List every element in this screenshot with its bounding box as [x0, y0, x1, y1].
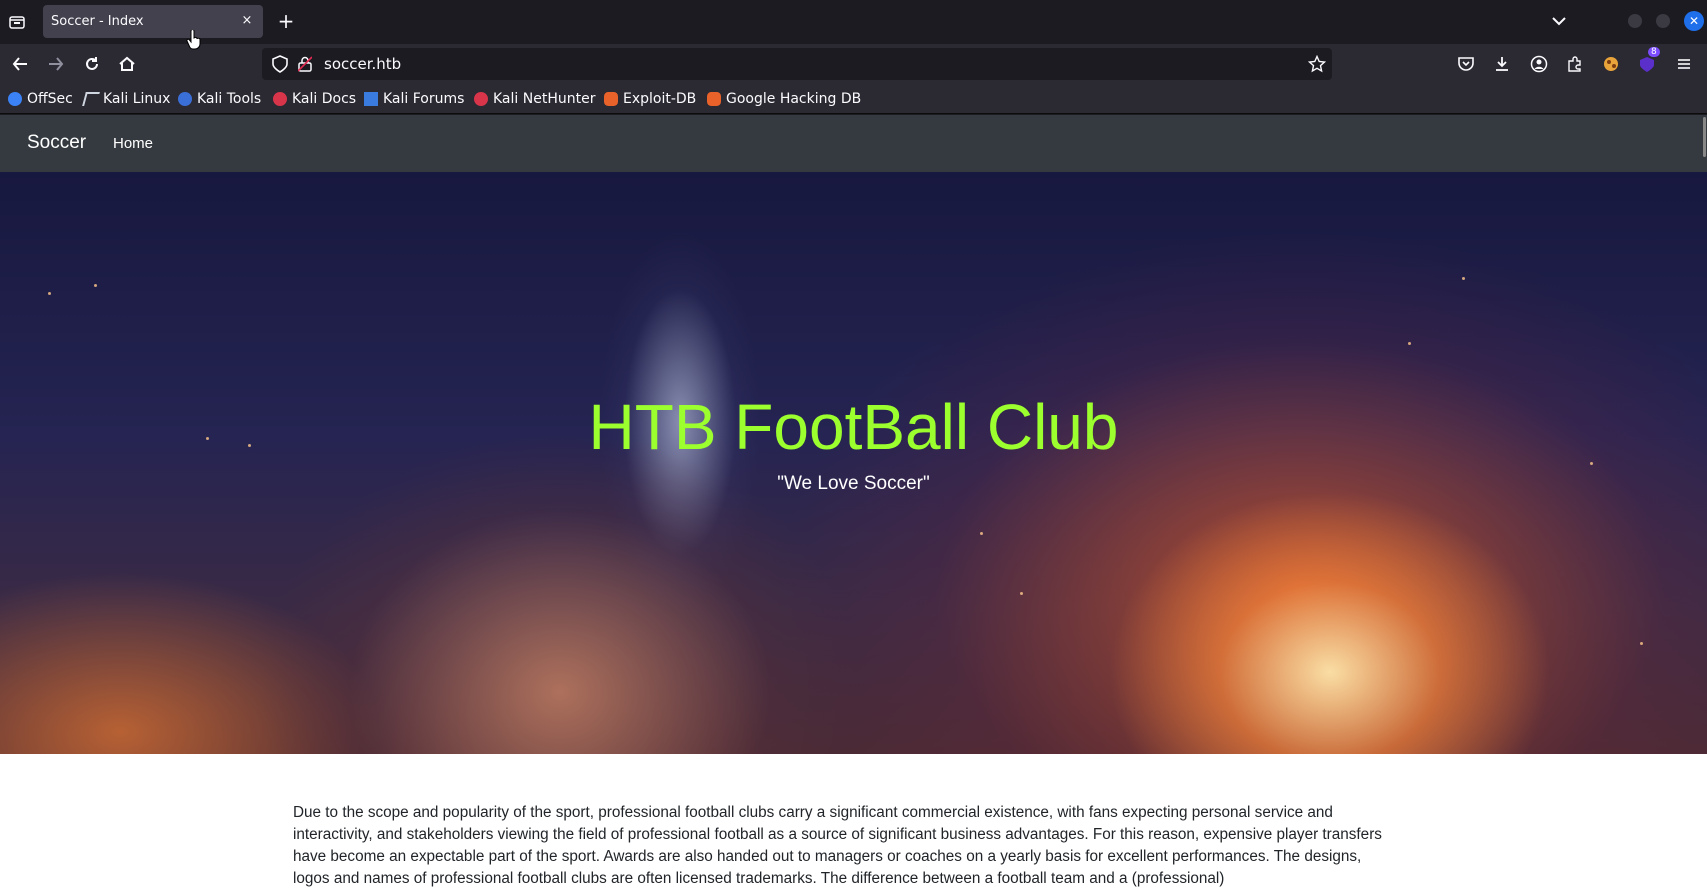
forward-icon[interactable]	[45, 53, 67, 75]
bookmark-kali-forums[interactable]: Kali Forums	[364, 90, 464, 108]
bookmark-kali-linux[interactable]: Kali Linux	[82, 90, 171, 108]
hero-decoration	[1462, 277, 1465, 280]
bookmark-google-hacking-db[interactable]: Google Hacking DB	[707, 90, 861, 108]
hero-subtitle: "We Love Soccer"	[777, 473, 930, 494]
bookmark-kali-nethunter[interactable]: Kali NetHunter	[474, 90, 595, 108]
offsec-icon	[8, 92, 22, 106]
maximize-button[interactable]	[1656, 14, 1670, 28]
back-icon[interactable]	[9, 53, 31, 75]
hero-decoration	[1020, 592, 1023, 595]
browser-tab-strip: Soccer - Index × + ✕	[0, 0, 1707, 44]
url-bar[interactable]: soccer.htb	[262, 48, 1332, 80]
exploit-db-icon	[604, 92, 618, 106]
site-brand-link[interactable]: Soccer	[27, 132, 86, 154]
kali-forums-icon	[364, 92, 378, 106]
kali-docs-icon	[273, 92, 287, 106]
bookmark-label: Exploit-DB	[623, 91, 697, 107]
bookmark-label: OffSec	[27, 91, 73, 107]
bookmark-label: Kali Linux	[103, 91, 171, 107]
page-scrollbar[interactable]	[1702, 115, 1707, 892]
tab-list-icon[interactable]	[6, 11, 28, 33]
kali-tools-icon	[178, 92, 192, 106]
hero-banner: HTB FootBall Club "We Love Soccer"	[0, 172, 1707, 754]
account-icon[interactable]	[1528, 53, 1550, 75]
lock-insecure-icon[interactable]	[297, 56, 313, 76]
ghdb-icon	[707, 92, 721, 106]
bookmark-offsec[interactable]: OffSec	[8, 90, 73, 108]
bookmark-label: Kali Docs	[292, 91, 357, 107]
extension-purple-icon[interactable]: 8	[1636, 47, 1660, 75]
reload-icon[interactable]	[81, 53, 103, 75]
hero-decoration	[980, 532, 983, 535]
bookmark-label: Kali Tools	[197, 91, 262, 107]
hand-cursor-icon	[186, 29, 202, 54]
bookmark-label: Kali Forums	[383, 91, 465, 107]
hero-title: HTB FootBall Club	[588, 391, 1119, 463]
extension-badge: 8	[1648, 47, 1660, 57]
hero-decoration	[1408, 342, 1411, 345]
pocket-icon[interactable]	[1455, 53, 1477, 75]
hero-decoration	[94, 284, 97, 287]
site-navbar: Soccer Home	[0, 115, 1707, 172]
hero-decoration	[1640, 642, 1643, 645]
kali-nethunter-icon	[474, 92, 488, 106]
kali-dragon-icon	[82, 92, 100, 106]
page-viewport: Soccer Home HTB FootBall Club "We Love S…	[0, 115, 1707, 892]
minimize-button[interactable]	[1628, 14, 1642, 28]
bookmarks-toolbar: OffSec Kali Linux Kali Tools Kali Docs K…	[0, 84, 1707, 114]
bookmark-label: Google Hacking DB	[726, 91, 862, 107]
nav-home-link[interactable]: Home	[113, 135, 153, 152]
navigation-toolbar: soccer.htb 8	[0, 44, 1707, 84]
extension-orange-icon[interactable]	[1600, 53, 1622, 75]
tab-title: Soccer - Index	[51, 14, 144, 29]
tab-close-icon[interactable]: ×	[239, 13, 255, 29]
url-text[interactable]: soccer.htb	[324, 55, 401, 73]
scrollbar-thumb[interactable]	[1703, 117, 1706, 157]
bookmark-label: Kali NetHunter	[493, 91, 596, 107]
bookmark-kali-docs[interactable]: Kali Docs	[273, 90, 356, 108]
shield-icon[interactable]	[272, 55, 288, 77]
hero-decoration	[48, 292, 51, 295]
star-icon[interactable]	[1307, 54, 1327, 77]
extensions-icon[interactable]	[1564, 53, 1586, 75]
home-icon[interactable]	[116, 53, 138, 75]
active-tab[interactable]: Soccer - Index ×	[43, 5, 263, 38]
bookmark-kali-tools[interactable]: Kali Tools	[178, 90, 261, 108]
bookmark-exploit-db[interactable]: Exploit-DB	[604, 90, 696, 108]
intro-paragraph: Due to the scope and popularity of the s…	[293, 804, 1382, 887]
close-window-button[interactable]: ✕	[1684, 11, 1704, 31]
chevron-down-icon[interactable]	[1550, 12, 1568, 30]
downloads-icon[interactable]	[1491, 53, 1513, 75]
new-tab-button[interactable]: +	[276, 11, 296, 31]
menu-icon[interactable]	[1673, 53, 1695, 75]
